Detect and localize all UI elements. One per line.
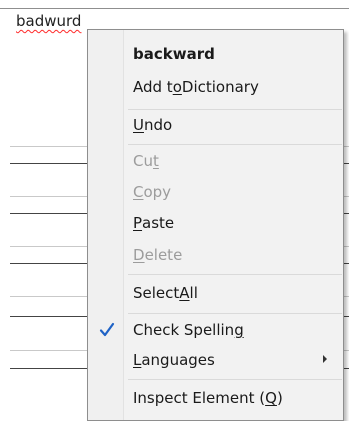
menu-label: Inspect Element ( [133,389,266,407]
ruled-line [344,163,349,164]
menu-label: Dictionary [181,78,259,96]
ruled-line [10,316,90,317]
menu-label: ) [276,389,283,407]
ruled-line [344,246,349,247]
suggestion-label: backward [133,45,215,63]
menu-separator [128,109,342,110]
context-menu: backward Add to Dictionary Undo Cu t Copy… [87,29,344,421]
menu-accelerator: D [133,246,145,264]
menu-label: ll [189,284,198,302]
menu-separator [128,313,342,314]
ruled-line [344,316,349,317]
ruled-line [344,146,349,147]
menu-item-undo[interactable]: Undo [88,111,343,139]
menu-accelerator: P [133,214,143,232]
menu-item-copy[interactable]: Copy [88,178,343,206]
ruled-line [10,213,90,214]
ruled-line [10,350,90,351]
menu-label: ndo [143,116,173,134]
ruled-line [10,196,90,197]
menu-label: opy [143,183,172,201]
ruled-line [344,296,349,297]
menu-accelerator: A [179,284,190,302]
ruled-line [10,146,90,147]
ruled-line [10,263,90,264]
menu-label: Check Spellin [133,321,235,339]
menu-label: Select [133,284,180,302]
menu-accelerator: C [133,183,144,201]
menu-accelerator: o [172,78,182,96]
menu-item-suggestion[interactable]: backward [88,40,343,68]
menu-label: elete [144,246,183,264]
ruled-line [344,368,349,369]
menu-separator [128,274,342,275]
menu-label: aste [142,214,175,232]
ruled-line [344,350,349,351]
menu-accelerator: g [234,321,244,339]
menu-item-languages[interactable]: Languages [88,346,343,374]
menu-separator [128,379,342,380]
ruled-line [344,213,349,214]
ruled-line [10,296,90,297]
menu-accelerator: U [133,116,144,134]
ruled-line [10,246,90,247]
ruled-line [10,368,90,369]
menu-item-delete[interactable]: Delete [88,241,343,269]
menu-label: Add t [133,78,173,96]
menu-label: anguages [141,351,215,369]
ruled-line [344,196,349,197]
menu-accelerator: t [152,152,159,170]
ruled-line [10,163,90,164]
ruled-line [344,263,349,264]
checkmark-icon [99,322,115,337]
text-input[interactable]: badwurd [16,12,81,30]
submenu-arrow-icon [323,355,327,363]
menu-accelerator: L [133,351,142,369]
menu-item-paste[interactable]: Paste [88,209,343,237]
menu-separator [128,144,342,145]
menu-item-inspect-element[interactable]: Inspect Element (Q) [88,384,343,412]
menu-item-cut[interactable]: Cu t [88,147,343,175]
field-top-border [0,8,349,9]
menu-item-select-all[interactable]: Select All [88,279,343,307]
menu-label: Cu [133,152,153,170]
menu-item-add-to-dictionary[interactable]: Add to Dictionary [88,73,343,101]
misspelled-word[interactable]: badwurd [16,12,81,30]
menu-accelerator: Q [265,389,277,407]
menu-item-check-spelling[interactable]: Check Spellin g [88,316,343,344]
